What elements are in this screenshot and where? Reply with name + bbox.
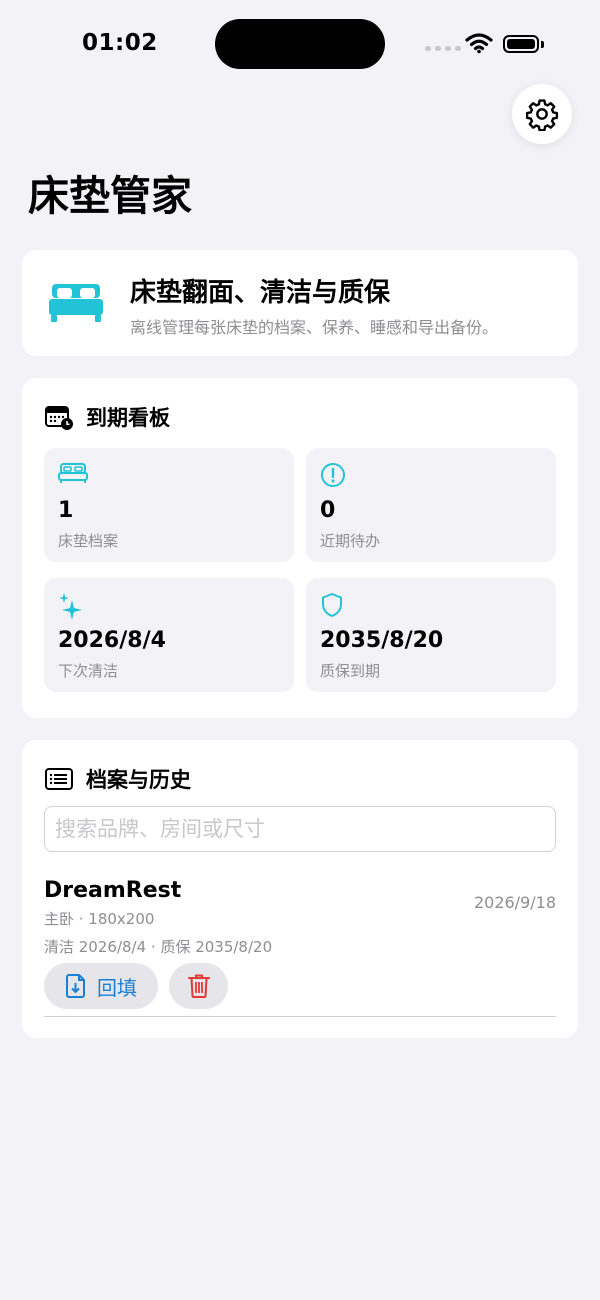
records-header: 档案与历史 <box>44 764 191 794</box>
tile-value: 2035/8/20 <box>320 628 444 653</box>
battery-tip <box>541 41 544 48</box>
wifi-icon <box>465 33 493 54</box>
document-download-icon <box>66 974 85 998</box>
hero-subtitle: 离线管理每张床垫的档案、保养、睡感和导出备份。 <box>130 318 499 337</box>
record-date: 2026/9/18 <box>473 893 556 912</box>
bed-icon <box>49 284 103 322</box>
dashboard-title: 到期看板 <box>86 406 170 430</box>
records-title: 档案与历史 <box>86 768 191 792</box>
hero-title: 床垫翻面、清洁与质保 <box>130 278 391 308</box>
battery-icon <box>503 35 539 53</box>
hero-card: 床垫翻面、清洁与质保 离线管理每张床垫的档案、保养、睡感和导出备份。 <box>22 250 578 356</box>
shield-icon <box>322 593 342 617</box>
search-input[interactable] <box>44 806 556 852</box>
trash-icon <box>187 974 210 998</box>
dynamic-island <box>215 19 385 69</box>
tile-label: 下次清洁 <box>58 662 119 680</box>
tile-label: 床垫档案 <box>58 532 119 550</box>
list-icon <box>45 768 73 790</box>
calendar-clock-icon <box>45 406 73 430</box>
page-title: 床垫管家 <box>28 172 192 220</box>
gear-icon <box>525 99 559 131</box>
bed-icon <box>58 463 88 483</box>
record-dates: 清洁 2026/8/4 · 质保 2035/8/20 <box>44 938 273 956</box>
fill-back-label: 回填 <box>97 975 137 1000</box>
tile-mattress-count: 1 床垫档案 <box>44 448 294 562</box>
records-card: 档案与历史 DreamRest 主卧 · 180x200 清洁 2026/8/4… <box>22 740 578 1038</box>
signal-icon <box>425 46 461 51</box>
sparkles-icon <box>59 593 82 620</box>
record-name[interactable]: DreamRest <box>44 878 181 903</box>
dashboard-header: 到期看板 <box>44 402 170 432</box>
tile-value: 1 <box>58 498 74 523</box>
settings-button[interactable] <box>512 84 572 144</box>
divider <box>44 1016 556 1017</box>
dashboard-card: 到期看板 1 床垫档案 0 近期待办 2026/8/4 下次清洁 2035/8/… <box>22 378 578 718</box>
tile-value: 0 <box>320 498 336 523</box>
status-time: 01:02 <box>82 30 158 56</box>
record-meta: 主卧 · 180x200 <box>44 910 155 928</box>
tile-value: 2026/8/4 <box>58 628 166 653</box>
tile-label: 近期待办 <box>320 532 381 550</box>
tile-next-cleaning: 2026/8/4 下次清洁 <box>44 578 294 692</box>
tile-warranty-expiry: 2035/8/20 质保到期 <box>306 578 556 692</box>
delete-button[interactable] <box>169 963 228 1009</box>
exclamation-circle-icon <box>321 463 345 487</box>
tile-label: 质保到期 <box>320 662 381 680</box>
tile-upcoming-todos: 0 近期待办 <box>306 448 556 562</box>
fill-back-button[interactable]: 回填 <box>44 963 158 1009</box>
